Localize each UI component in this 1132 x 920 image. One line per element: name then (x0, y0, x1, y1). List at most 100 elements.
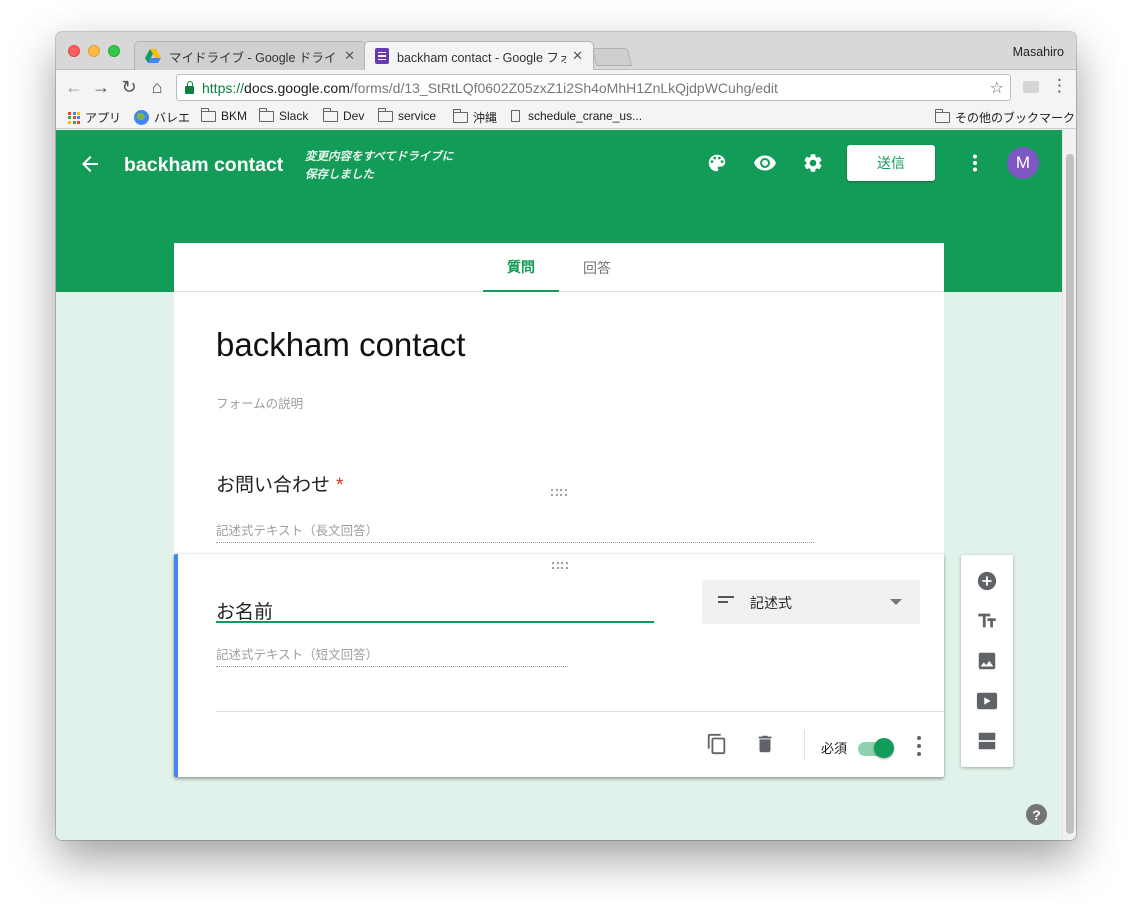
address-bar[interactable]: https:// docs.google.com /forms/d/13_StR… (176, 74, 1011, 101)
globe-icon (134, 110, 149, 125)
folder-icon (258, 107, 274, 122)
short-answer-placeholder: 記述式テキスト（短文回答） (216, 644, 568, 667)
bookmark-dev[interactable]: Dev (322, 107, 365, 123)
short-answer-icon (718, 596, 734, 606)
forward-icon[interactable]: → (91, 77, 111, 97)
reload-icon[interactable]: ↻ (119, 77, 139, 97)
bookmark-apps[interactable]: アプリ (68, 109, 121, 126)
bookmarks-bar: アプリ バレエ BKM Slack Dev service 沖縄 schedul… (56, 105, 1076, 129)
bookmark-label: schedule_crane_us... (528, 109, 643, 123)
question-type-label: 記述式 (750, 595, 792, 611)
drag-handle-icon[interactable] (551, 489, 567, 496)
question-type-dropdown[interactable]: 記述式 (702, 580, 920, 624)
drag-handle-icon[interactable] (552, 562, 568, 569)
question-more-icon[interactable] (916, 736, 922, 756)
palette-icon[interactable] (704, 150, 730, 176)
dropdown-caret-icon (890, 599, 902, 605)
scrollbar-thumb[interactable] (1066, 154, 1074, 834)
form-name-title[interactable]: backham contact (124, 154, 283, 177)
close-tab-icon[interactable]: ✕ (344, 48, 355, 64)
add-section-icon[interactable] (975, 729, 999, 753)
bookmark-star-icon[interactable]: ☆ (990, 78, 1004, 98)
apps-grid-icon (68, 111, 80, 124)
duplicate-icon[interactable] (706, 732, 728, 756)
tab-google-drive[interactable]: マイドライブ - Google ドライブ ✕ (134, 41, 366, 70)
desktop: マイドライブ - Google ドライブ ✕ backham contact -… (0, 0, 1132, 920)
tab-responses[interactable]: 回答 (559, 243, 635, 292)
bookmark-schedule[interactable]: schedule_crane_us... (511, 109, 642, 123)
zoom-window-button[interactable] (108, 45, 120, 57)
preview-eye-icon[interactable] (752, 150, 778, 176)
close-tab-icon[interactable]: ✕ (572, 48, 583, 64)
tab-title: backham contact - Google フォーム (397, 50, 566, 65)
delete-trash-icon[interactable] (754, 732, 776, 756)
required-label: 必須 (821, 741, 848, 756)
question-title[interactable]: お問い合わせ * (216, 470, 343, 497)
tab-title: マイドライブ - Google ドライブ (169, 50, 339, 65)
browser-window: マイドライブ - Google ドライブ ✕ backham contact -… (56, 32, 1076, 840)
extension-icon[interactable] (1023, 81, 1039, 93)
folder-icon (322, 107, 338, 122)
question-title-text: お問い合わせ (216, 475, 331, 496)
send-button[interactable]: 送信 (847, 145, 935, 181)
browser-toolbar: ← → ↻ ⌂ https:// docs.google.com /forms/… (56, 70, 1076, 105)
new-tab-button[interactable] (591, 48, 633, 66)
form-header-card: backham contact フォームの説明 お問い合わせ * 記述式テキスト（… (174, 292, 944, 554)
help-icon[interactable]: ? (1026, 804, 1047, 825)
bookmark-okinawa[interactable]: 沖縄 (452, 109, 498, 126)
google-forms-icon (375, 48, 389, 64)
home-icon[interactable]: ⌂ (147, 77, 167, 97)
back-arrow-icon[interactable] (78, 152, 102, 176)
bookmark-label: バレエ (154, 111, 191, 125)
save-status: 変更内容をすべてドライブに 保存しました (305, 148, 480, 184)
other-bookmarks[interactable]: その他のブックマーク (934, 109, 1076, 126)
bookmark-label: service (398, 109, 437, 123)
card-divider (216, 711, 944, 712)
page-scrollbar[interactable] (1062, 130, 1076, 840)
more-vert-icon[interactable] (962, 150, 988, 176)
required-toggle[interactable] (858, 738, 898, 758)
chrome-menu-icon[interactable]: ⋮ (1051, 76, 1068, 96)
bookmark-slack[interactable]: Slack (258, 107, 308, 123)
bookmark-label: 沖縄 (473, 111, 498, 125)
google-drive-icon (145, 49, 161, 63)
page-icon (511, 110, 520, 122)
folder-icon (377, 107, 393, 122)
active-question-card[interactable]: お名前 記述式 記述式テキスト（短文回答） 必須 (174, 554, 944, 777)
long-answer-placeholder: 記述式テキスト（長文回答） (216, 520, 814, 543)
save-status-line: 変更内容をすべてドライブに (305, 151, 454, 163)
folder-icon (452, 109, 468, 123)
bookmark-bkm[interactable]: BKM (200, 107, 248, 123)
add-image-icon[interactable] (975, 649, 999, 673)
form-tabs: 質問 回答 (174, 243, 944, 292)
settings-gear-icon[interactable] (800, 150, 826, 176)
secure-lock-icon (185, 80, 194, 94)
tab-bar: マイドライブ - Google ドライブ ✕ backham contact -… (56, 32, 1076, 70)
add-video-icon[interactable] (975, 689, 999, 713)
close-window-button[interactable] (68, 45, 80, 57)
bookmark-service[interactable]: service (377, 107, 437, 123)
profile-name[interactable]: Masahiro (1013, 45, 1064, 59)
bookmark-label: Dev (343, 109, 365, 123)
url-scheme: https:// (202, 79, 245, 96)
form-description-field[interactable]: フォームの説明 (216, 393, 303, 412)
avatar[interactable]: M (1007, 147, 1039, 179)
bookmark-label: BKM (221, 109, 248, 123)
side-toolbar (961, 555, 1013, 767)
url-path: /forms/d/13_StRtLQf0602Z05zxZ1i2Sh4oMhH1… (349, 79, 778, 96)
add-title-icon[interactable] (975, 609, 999, 633)
question-title-input[interactable]: お名前 (216, 595, 654, 623)
add-question-icon[interactable] (975, 569, 999, 593)
tab-questions[interactable]: 質問 (483, 243, 559, 292)
folder-icon (934, 109, 950, 123)
form-title-field[interactable]: backham contact (216, 326, 465, 364)
save-status-line: 保存しました (305, 169, 374, 181)
bookmark-ballet[interactable]: バレエ (134, 109, 190, 126)
required-asterisk: * (336, 475, 344, 496)
other-bookmarks-label: その他のブックマーク (955, 111, 1076, 125)
toggle-knob (874, 738, 894, 758)
back-icon[interactable]: ← (64, 77, 84, 97)
minimize-window-button[interactable] (88, 45, 100, 57)
tab-google-forms[interactable]: backham contact - Google フォーム ✕ (364, 41, 594, 70)
footer-separator (804, 730, 805, 760)
